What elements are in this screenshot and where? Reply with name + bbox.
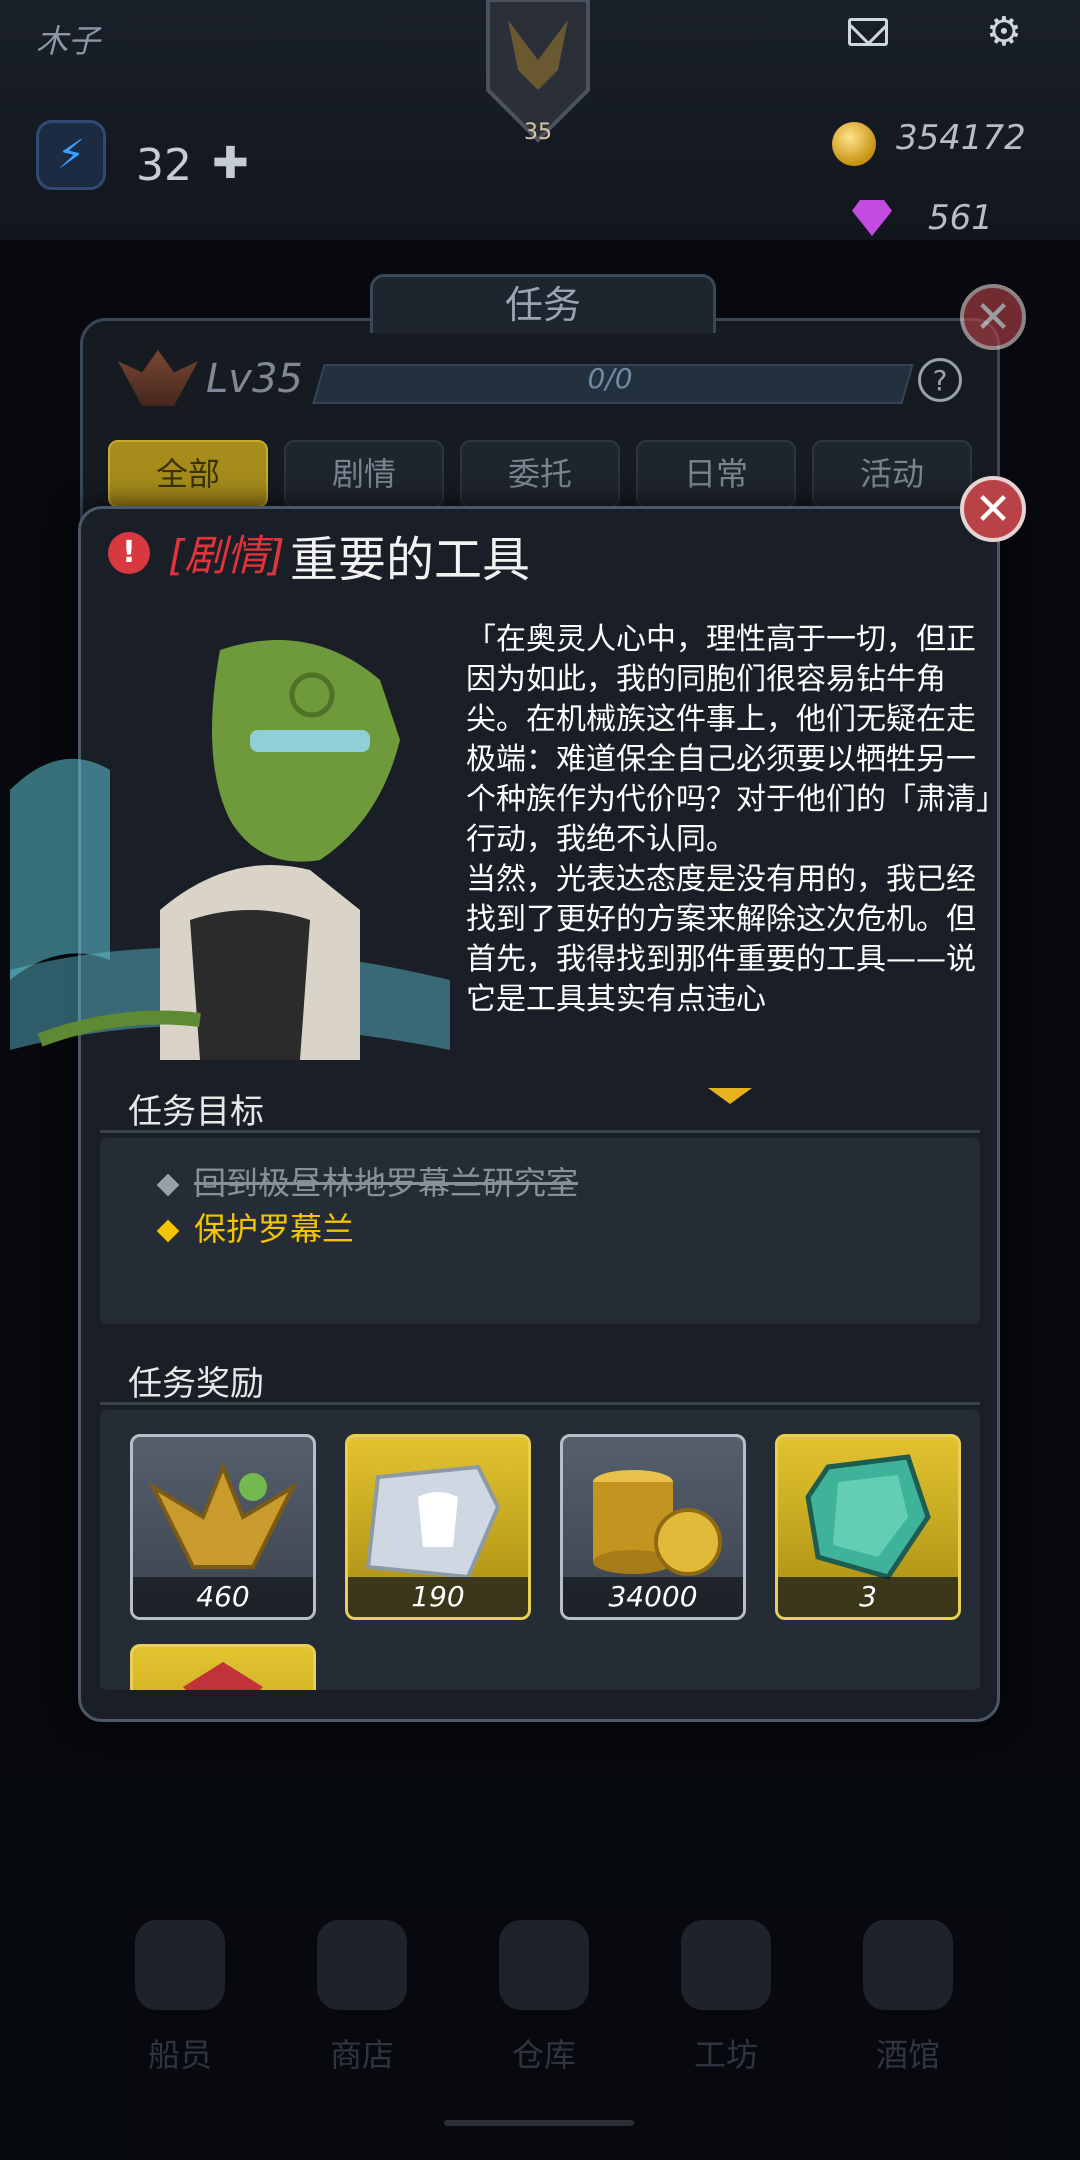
reward-quantity: 460 xyxy=(133,1577,313,1617)
crystal-icon xyxy=(805,1454,931,1580)
objectives-divider xyxy=(100,1130,980,1133)
tab-daily[interactable]: 日常 xyxy=(636,440,796,508)
rewards-panel: 460 190 34000 3 xyxy=(100,1410,980,1690)
coins-icon xyxy=(593,1470,722,1576)
coin-icon xyxy=(832,122,876,166)
help-icon[interactable]: ? xyxy=(918,358,962,402)
home-indicator[interactable] xyxy=(444,2120,634,2126)
gear-icon[interactable]: ⚙ xyxy=(986,12,1022,52)
objectives-title: 任务目标 xyxy=(128,1092,264,1132)
nav-label: 工坊 xyxy=(693,2036,758,2074)
tab-event[interactable]: 活动 xyxy=(812,440,972,508)
coin-value: 354172 xyxy=(896,118,1026,158)
board-close-button[interactable]: ✕ xyxy=(960,284,1026,350)
objective-text: 保护罗幕兰 xyxy=(194,1210,355,1248)
red-item-icon xyxy=(183,1662,263,1690)
reward-quantity: 3 xyxy=(778,1577,958,1617)
armor-fragment-icon xyxy=(365,1464,501,1580)
rewards-divider xyxy=(100,1402,980,1405)
rank-level: 35 xyxy=(524,120,552,145)
npc-portrait xyxy=(10,640,450,1060)
reward-item-coins[interactable]: 34000 xyxy=(560,1434,746,1620)
scroll-down-indicator[interactable] xyxy=(708,1088,752,1104)
quest-category: [剧情] xyxy=(168,531,285,580)
exp-text: 0/0 xyxy=(587,362,633,395)
energy-icon[interactable]: ⚡ xyxy=(36,120,106,190)
board-level: Lv35 xyxy=(206,356,303,402)
reward-quantity: 190 xyxy=(348,1577,528,1617)
nav-label: 商店 xyxy=(329,2036,394,2074)
nav-crew[interactable]: 船员 xyxy=(90,1920,270,2076)
rewards-title: 任务奖励 xyxy=(128,1364,264,1404)
crew-icon xyxy=(135,1920,225,2010)
diamond-bullet-icon xyxy=(156,1173,180,1197)
quest-board-title: 任务 xyxy=(370,274,716,333)
nav-warehouse[interactable]: 仓库 xyxy=(454,1920,634,2076)
nav-shop[interactable]: 商店 xyxy=(272,1920,452,2076)
reward-item-rank-exp[interactable]: 460 xyxy=(130,1434,316,1620)
diamond-bullet-icon xyxy=(156,1219,180,1243)
tab-commission[interactable]: 委托 xyxy=(460,440,620,508)
nav-tavern[interactable]: 酒馆 xyxy=(818,1920,998,2076)
objective-item-active: 保护罗幕兰 xyxy=(156,1204,355,1250)
alert-icon: ! xyxy=(108,532,150,574)
quest-story-text[interactable]: 「在奥灵人心中，理性高于一切，但正因为如此，我的同胞们很容易钻牛角尖。在机械族这… xyxy=(466,620,994,1060)
energy-add-icon[interactable]: ✚ xyxy=(212,138,249,189)
nav-label: 酒馆 xyxy=(875,2036,940,2074)
tavern-icon xyxy=(863,1920,953,2010)
reward-item-red[interactable] xyxy=(130,1644,316,1690)
objective-item-completed: 回到极昼林地罗幕兰研究室 xyxy=(156,1158,579,1204)
objective-text: 回到极昼林地罗幕兰研究室 xyxy=(194,1164,579,1202)
mail-icon[interactable] xyxy=(848,18,888,46)
warehouse-icon xyxy=(499,1920,589,2010)
rank-exp-icon xyxy=(148,1461,298,1569)
reward-quantity: 34000 xyxy=(563,1577,743,1617)
nav-workshop[interactable]: 工坊 xyxy=(636,1920,816,2076)
gem-value: 561 xyxy=(928,198,993,238)
nav-label: 船员 xyxy=(147,2036,212,2074)
energy-value: 32 xyxy=(136,140,192,191)
workshop-icon xyxy=(681,1920,771,2010)
reward-item-crystal[interactable]: 3 xyxy=(775,1434,961,1620)
nav-label: 仓库 xyxy=(511,2036,576,2074)
popup-close-button[interactable]: ✕ xyxy=(960,476,1026,542)
player-name: 木子 xyxy=(36,22,101,60)
shop-icon xyxy=(317,1920,407,2010)
tab-all[interactable]: 全部 xyxy=(108,440,268,508)
quest-title: 重要的工具 xyxy=(290,532,531,588)
reward-item-armor-fragment[interactable]: 190 xyxy=(345,1434,531,1620)
tab-story[interactable]: 剧情 xyxy=(284,440,444,508)
